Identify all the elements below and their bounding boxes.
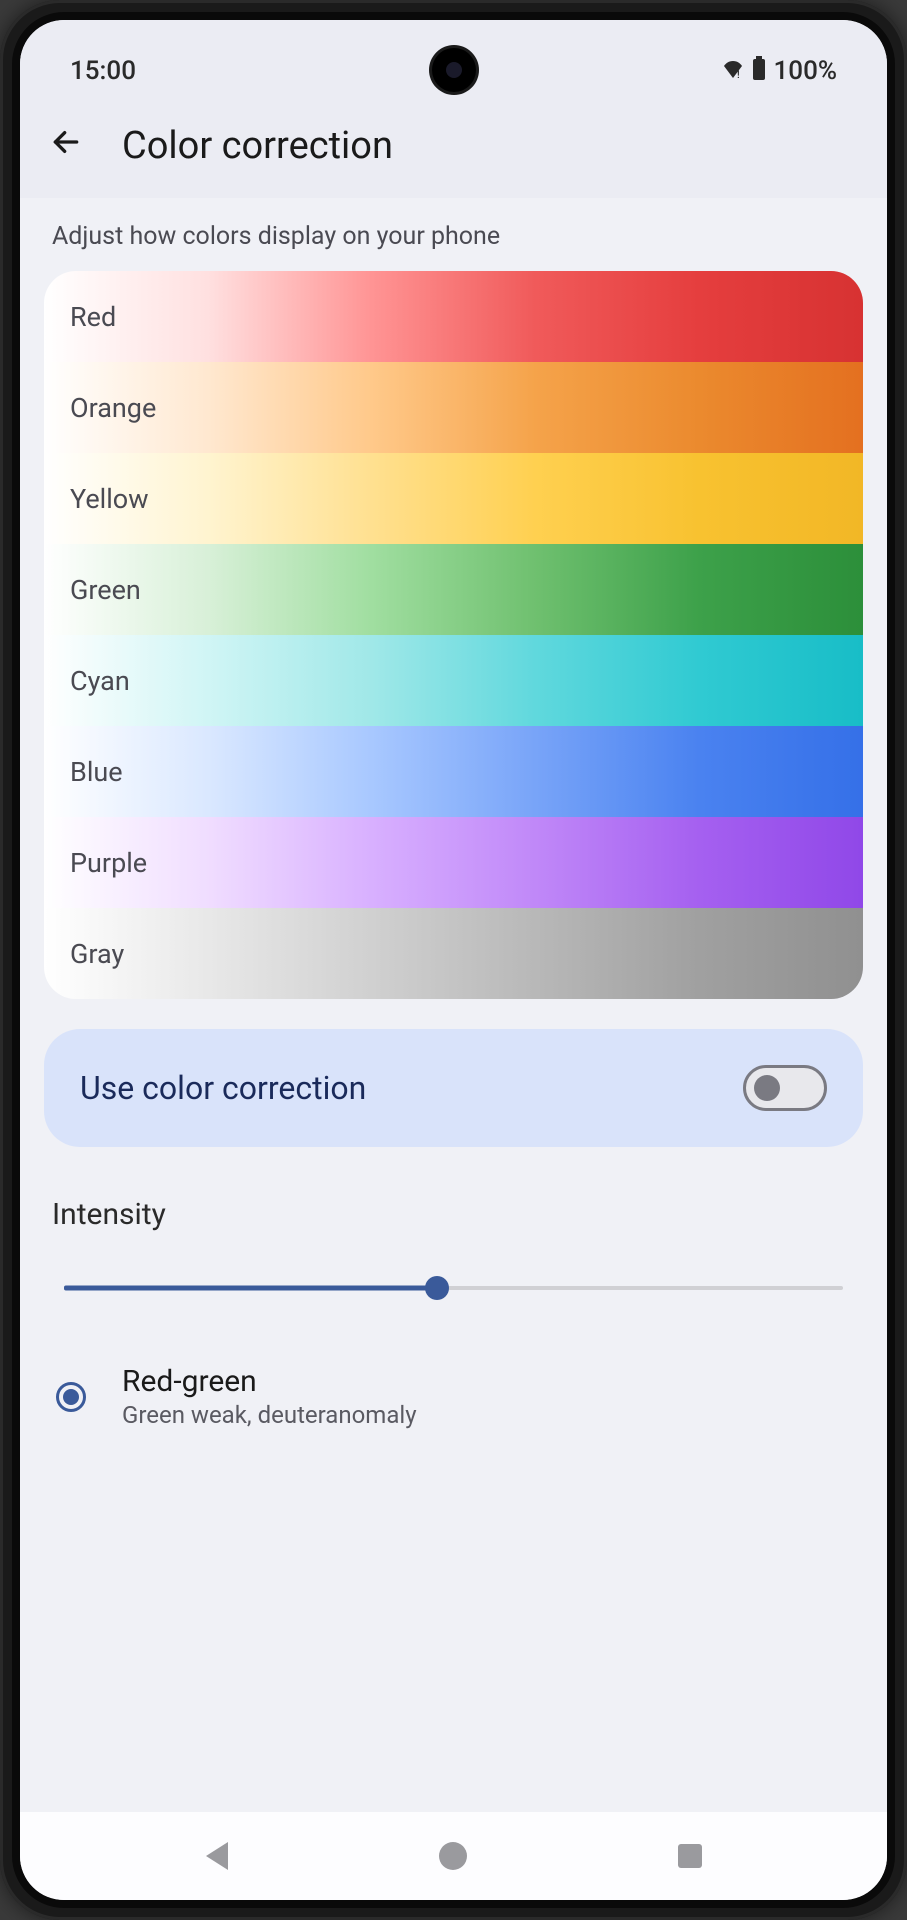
color-row-blue: Blue xyxy=(44,726,863,817)
intensity-section: Intensity xyxy=(44,1197,863,1300)
camera-notch xyxy=(432,48,476,92)
phone-frame: 15:00 ! 100% Color correction xyxy=(0,0,907,1920)
intensity-label: Intensity xyxy=(52,1197,855,1232)
color-label: Orange xyxy=(70,392,156,424)
header: Color correction xyxy=(20,104,887,198)
back-arrow-icon[interactable] xyxy=(50,125,82,167)
radio-selected-icon[interactable] xyxy=(56,1382,86,1412)
color-row-gray: Gray xyxy=(44,908,863,999)
nav-home-icon[interactable] xyxy=(439,1842,467,1870)
intensity-slider[interactable] xyxy=(52,1276,855,1300)
battery-icon xyxy=(752,56,766,86)
navigation-bar xyxy=(20,1812,887,1900)
color-correction-toggle[interactable] xyxy=(743,1065,827,1111)
toggle-label: Use color correction xyxy=(80,1069,366,1107)
slider-thumb[interactable] xyxy=(425,1276,449,1300)
color-row-orange: Orange xyxy=(44,362,863,453)
subtitle: Adjust how colors display on your phone xyxy=(44,222,863,251)
slider-fill xyxy=(64,1286,441,1291)
color-label: Purple xyxy=(70,847,147,879)
color-label: Yellow xyxy=(70,483,149,515)
nav-back-icon[interactable] xyxy=(206,1842,228,1870)
color-label: Red xyxy=(70,301,116,333)
toggle-knob xyxy=(754,1075,780,1101)
wifi-icon: ! xyxy=(722,59,744,84)
option-subtitle: Green weak, deuteranomaly xyxy=(122,1401,417,1429)
nav-recent-icon[interactable] xyxy=(678,1844,702,1868)
page-title: Color correction xyxy=(122,124,393,168)
color-preview: Red Orange Yellow Green Cyan Blue Purple… xyxy=(44,271,863,999)
battery-percentage: 100% xyxy=(774,56,837,86)
screen: 15:00 ! 100% Color correction xyxy=(20,20,887,1900)
option-red-green[interactable]: Red-green Green weak, deuteranomaly xyxy=(44,1350,863,1429)
color-row-cyan: Cyan xyxy=(44,635,863,726)
option-title: Red-green xyxy=(122,1364,417,1399)
color-label: Cyan xyxy=(70,665,130,697)
color-row-yellow: Yellow xyxy=(44,453,863,544)
color-row-green: Green xyxy=(44,544,863,635)
use-color-correction-row[interactable]: Use color correction xyxy=(44,1029,863,1147)
status-time: 15:00 xyxy=(70,56,136,86)
color-label: Blue xyxy=(70,756,123,788)
content: Adjust how colors display on your phone … xyxy=(20,198,887,1812)
color-label: Gray xyxy=(70,938,124,970)
color-row-red: Red xyxy=(44,271,863,362)
color-row-purple: Purple xyxy=(44,817,863,908)
color-label: Green xyxy=(70,574,141,606)
svg-text:!: ! xyxy=(737,70,740,78)
